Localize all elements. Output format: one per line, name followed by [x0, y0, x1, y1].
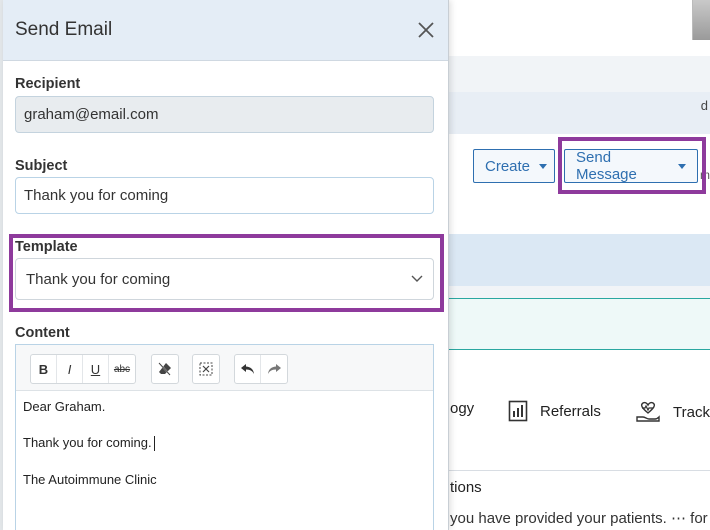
- section-text-body: you have provided your patients.: [450, 510, 667, 527]
- tab-label: Track: [673, 403, 710, 421]
- undo-button[interactable]: [235, 355, 261, 383]
- tab-ogy[interactable]: ogy: [450, 400, 474, 417]
- content-label: Content: [15, 325, 70, 341]
- subject-label: Subject: [15, 158, 68, 174]
- chevron-down-icon: [539, 163, 548, 169]
- select-all-button[interactable]: [193, 355, 219, 383]
- redo-icon: [268, 364, 281, 374]
- create-button[interactable]: Create: [473, 149, 555, 183]
- header-band: d: [449, 92, 710, 134]
- content-line: Dear Graham.: [23, 399, 106, 414]
- chevron-down-icon: [411, 275, 423, 282]
- dialog-header: Send Email: [3, 0, 448, 61]
- template-value: Thank you for coming: [26, 270, 171, 288]
- recipient-label: Recipient: [15, 76, 81, 92]
- undo-icon: [240, 364, 254, 374]
- section-text: you have provided your patients. ⋯ for m: [450, 509, 710, 527]
- select-all-icon: [199, 362, 213, 376]
- underline-button[interactable]: U: [83, 355, 109, 383]
- tab-track[interactable]: Track: [635, 400, 710, 424]
- content-line: Thank you for coming.: [23, 435, 152, 450]
- heart-hand-icon: [636, 401, 660, 422]
- editor-toolbar: B I U abc: [16, 345, 433, 391]
- subject-value: Thank you for coming: [24, 187, 169, 204]
- band-fragment: d: [700, 98, 708, 113]
- content-line-with-cursor: Thank you for coming.: [23, 435, 426, 452]
- bold-button[interactable]: B: [31, 355, 57, 383]
- section-title: tions: [450, 479, 482, 496]
- eraser-icon: [158, 362, 171, 376]
- notice-banner: [449, 298, 710, 350]
- text-cursor: [153, 436, 155, 452]
- highlight-send-message: [558, 137, 706, 194]
- subject-input[interactable]: Thank you for coming: [15, 177, 434, 214]
- format-group: B I U abc: [30, 354, 136, 384]
- tab-divider: [449, 470, 710, 471]
- redo-button[interactable]: [261, 355, 287, 383]
- tab-label: ogy: [450, 400, 475, 417]
- template-label: Template: [15, 239, 78, 255]
- tab-referrals[interactable]: Referrals: [508, 400, 601, 422]
- create-button-label: Create: [485, 157, 531, 175]
- send-email-dialog: Send Email Recipient graham@email.com Su…: [3, 0, 449, 530]
- italic-button[interactable]: I: [57, 355, 83, 383]
- recipient-field: graham@email.com: [15, 96, 434, 133]
- content-line: The Autoimmune Clinic: [23, 472, 157, 488]
- template-select[interactable]: Thank you for coming: [15, 258, 434, 300]
- tabs-area: [449, 350, 710, 530]
- clear-format-button[interactable]: [152, 355, 178, 383]
- dialog-title: Send Email: [15, 19, 113, 40]
- profile-thumbnail: [692, 0, 710, 40]
- content-editor[interactable]: B I U abc Dear Graham. Thank you for com…: [15, 344, 434, 530]
- more-link[interactable]: ⋯ for m: [671, 510, 710, 527]
- clear-group: [151, 354, 179, 384]
- top-area: [449, 0, 710, 56]
- history-group: [234, 354, 288, 384]
- referrals-chart-icon: [508, 400, 528, 422]
- select-group: [192, 354, 220, 384]
- close-icon[interactable]: [416, 20, 436, 40]
- info-band: [449, 234, 710, 286]
- tab-label: Referrals: [540, 402, 601, 420]
- recipient-value: graham@email.com: [24, 106, 159, 123]
- strikethrough-button[interactable]: abc: [109, 355, 135, 383]
- editor-body[interactable]: Dear Graham. Thank you for coming. The A…: [16, 391, 433, 516]
